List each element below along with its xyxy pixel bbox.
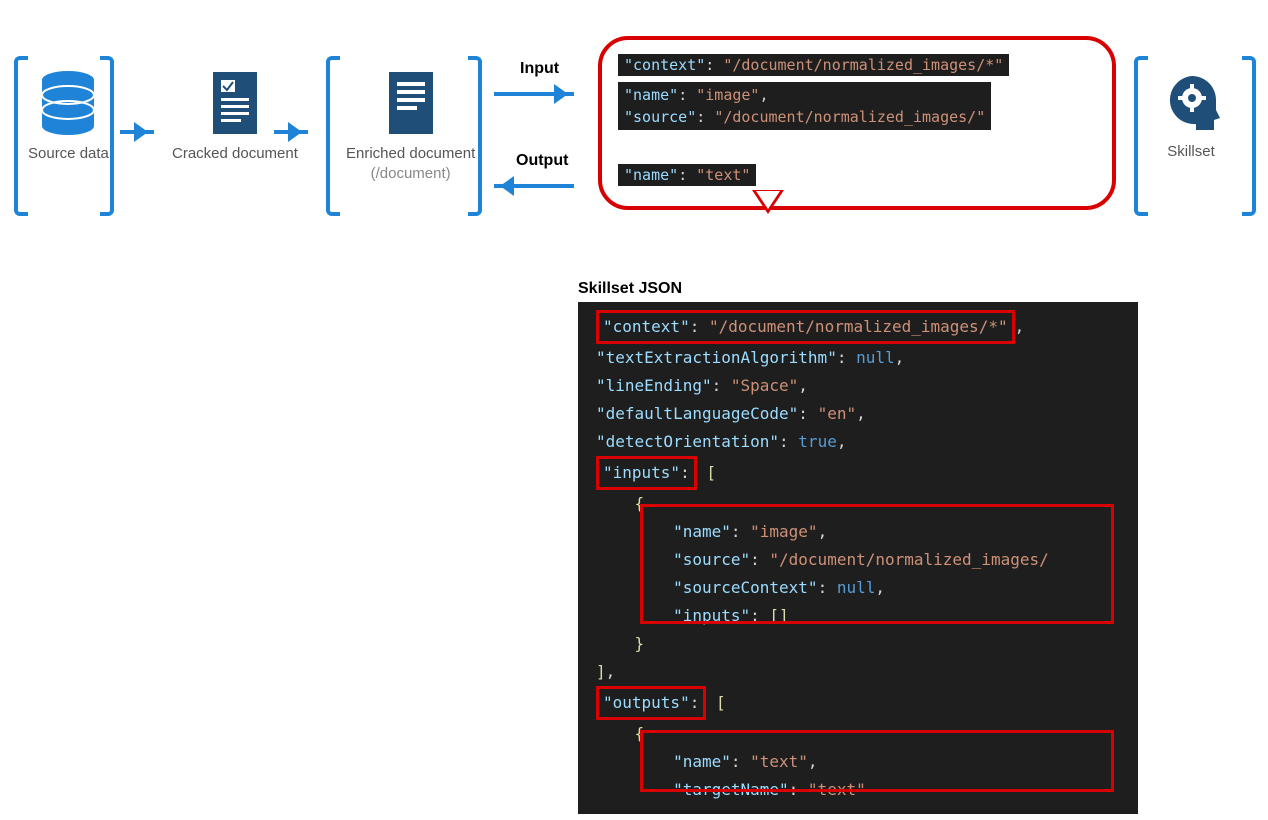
code-editor: "context": "/document/normalized_images/… (578, 302, 1138, 814)
bracket-skillset-left (1134, 56, 1148, 216)
code-line-inputs-key: "inputs": [ (596, 456, 1120, 490)
code-line-textextraction: "textExtractionAlgorithm": null, (596, 344, 1120, 372)
stage-source-label: Source data (28, 144, 109, 164)
stage-enriched-label: Enriched document (/document) (346, 144, 475, 183)
document-lines-icon (385, 70, 437, 136)
bracket-skillset-right (1242, 56, 1256, 216)
code-line-bracket-close1: ], (596, 658, 1120, 686)
database-icon (40, 70, 96, 136)
stage-source-data: Source data (28, 70, 109, 164)
json-panel-title: Skillset JSON (578, 280, 682, 298)
code-line-outputs-key: "outputs": [ (596, 686, 1120, 720)
stage-cracked-document: Cracked document (172, 70, 298, 164)
head-gear-icon (1162, 72, 1220, 134)
code-line-brace-close1: } (596, 630, 1120, 658)
bracket-source-left (14, 56, 28, 216)
highlight-outputs-block (640, 730, 1114, 792)
stage-enriched-document: Enriched document (/document) (346, 70, 475, 183)
stage-skillset-label: Skillset (1167, 142, 1215, 162)
arrow-output (494, 184, 574, 188)
bracket-enriched-right (468, 56, 482, 216)
code-line-defaultlang: "defaultLanguageCode": "en", (596, 400, 1120, 428)
arrow-input (494, 92, 574, 96)
stage-skillset: Skillset (1162, 72, 1220, 162)
highlight-inputs-block (640, 504, 1114, 624)
input-label: Input (520, 60, 559, 78)
stage-cracked-label: Cracked document (172, 144, 298, 164)
arrow-source-to-cracked (120, 130, 154, 134)
code-line-context: "context": "/document/normalized_images/… (596, 310, 1120, 344)
callout-bubble: "context": "/document/normalized_images/… (598, 36, 1116, 210)
code-line-detectorient: "detectOrientation": true, (596, 428, 1120, 456)
bracket-source-right (100, 56, 114, 216)
document-check-icon (209, 70, 261, 136)
output-label: Output (516, 152, 568, 170)
arrow-cracked-to-enriched (274, 130, 308, 134)
code-line-lineending: "lineEnding": "Space", (596, 372, 1120, 400)
bubble-context-snippet: "context": "/document/normalized_images/… (618, 54, 1009, 76)
bracket-enriched-left (326, 56, 340, 216)
bubble-input-snippet: "name": "image", "source": "/document/no… (618, 82, 991, 130)
bubble-output-snippet: "name": "text" (618, 164, 756, 186)
